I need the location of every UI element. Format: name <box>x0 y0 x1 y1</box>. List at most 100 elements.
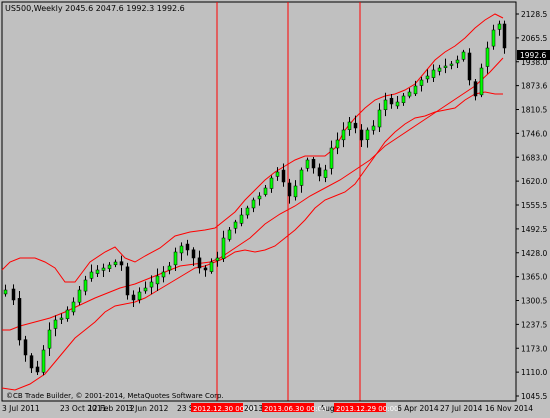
candle-bull <box>209 261 214 272</box>
candle-bull <box>407 91 412 97</box>
candle-bull <box>293 185 298 198</box>
candle-bull <box>437 67 442 72</box>
candle-bull <box>485 47 490 67</box>
candle-bull <box>419 79 424 86</box>
candle-bear <box>29 355 34 369</box>
price-tick-label: 1110.0 <box>521 368 547 377</box>
candle-bull <box>377 109 382 128</box>
candle-bear <box>185 243 190 251</box>
candle-bull <box>167 265 172 271</box>
candle-bear <box>125 266 130 296</box>
candle-bull <box>401 95 406 103</box>
candle-bull <box>107 264 112 269</box>
candle-bull <box>395 101 400 107</box>
price-tick-label: 1492.5 <box>521 225 547 234</box>
candle-bear <box>23 339 28 356</box>
candle-bull <box>101 267 106 271</box>
candle-bull <box>347 121 352 130</box>
current-price-label: 1992.6 <box>520 51 546 60</box>
candle-bull <box>413 85 418 95</box>
time-label-partial: 2013 <box>244 404 263 413</box>
candle-bull <box>83 279 88 292</box>
candle-bull <box>443 65 448 68</box>
price-tick-label: 1173.0 <box>521 344 547 353</box>
candle-bear <box>191 249 196 259</box>
candle-bull <box>455 59 460 64</box>
candle-bull <box>335 139 340 149</box>
candle-bull <box>161 271 166 278</box>
candle-bull <box>383 99 388 111</box>
candle-bull <box>341 129 346 141</box>
price-axis: 2128.52065.51938.01873.61810.51746.01683… <box>516 10 547 401</box>
price-tick-label: 1873.6 <box>521 82 547 91</box>
candle-bull <box>263 187 268 195</box>
candle-bull <box>59 317 64 320</box>
candle-bull <box>221 237 226 259</box>
candle-bear <box>353 122 358 129</box>
candle-bull <box>53 319 58 329</box>
candle-bull <box>497 23 502 30</box>
candle-bull <box>3 289 8 295</box>
candle-bull <box>95 269 100 274</box>
candle-bull <box>251 199 256 209</box>
price-tick-label: 1683.0 <box>521 153 547 162</box>
candle-bull <box>329 147 334 169</box>
price-tick-label: 1620.0 <box>521 177 547 186</box>
candle-bear <box>203 267 208 271</box>
candle-bear <box>502 23 507 49</box>
candle-bull <box>77 289 82 303</box>
candle-bull <box>461 51 466 60</box>
price-tick-label: 1428.0 <box>521 249 547 258</box>
candle-bull <box>245 207 250 216</box>
candle-bull <box>149 281 154 288</box>
candle-bear <box>317 167 322 177</box>
candle-bull <box>71 301 76 313</box>
candle-bull <box>323 169 328 178</box>
time-label-4: 3 Jun 2012 <box>128 404 169 413</box>
price-tick-label: 2128.5 <box>521 10 547 19</box>
candle-bear <box>35 366 40 373</box>
candle-bull <box>275 171 280 177</box>
price-tick-label: 1237.5 <box>521 320 547 329</box>
candle-bull <box>233 221 238 229</box>
candle-bull <box>227 229 232 240</box>
candle-bull <box>479 67 484 96</box>
time-label-8: 27 Jul 2014 <box>440 404 483 413</box>
candle-bull <box>239 214 244 224</box>
candle-bull <box>431 69 436 78</box>
chart-header: US500,Weekly 2045.6 2047.6 1992.3 1992.6 <box>5 4 185 13</box>
copyright-watermark: ©CB Trade Builder, © 2001-2014, MetaQuot… <box>6 392 224 400</box>
price-tick-label: 2065.5 <box>521 34 547 43</box>
price-chart[interactable]: US500,Weekly 2045.6 2047.6 1992.3 1992.6… <box>0 0 550 413</box>
candle-bull <box>143 287 148 292</box>
candle-bull <box>173 251 178 266</box>
time-label-1: 3 Jul 2011 <box>2 404 40 413</box>
candle-bull <box>425 75 430 80</box>
candle-bear <box>473 81 478 97</box>
candle-bull <box>371 125 376 131</box>
price-tick-label: 1300.5 <box>521 297 547 306</box>
candle-bull <box>155 275 160 285</box>
candle-bear <box>197 257 202 269</box>
candle-bull <box>299 169 304 186</box>
candle-bull <box>41 349 46 373</box>
candle-bull <box>257 195 262 200</box>
candle-bull <box>89 271 94 279</box>
candle-bear <box>287 182 292 197</box>
price-tick-label: 1365.0 <box>521 273 547 282</box>
candle-bear <box>17 298 22 341</box>
candle-bear <box>311 158 316 169</box>
candle-bear <box>389 97 394 105</box>
candle-bull <box>113 261 118 266</box>
candle-bull <box>179 245 184 254</box>
marker-date-2: 2013.06.30 00:00 <box>264 405 326 413</box>
candle-bear <box>281 169 286 183</box>
candle-bear <box>359 129 364 141</box>
marker-date-3: 2013.12.29 00:00 <box>336 405 398 413</box>
price-tick-label: 1746.0 <box>521 129 547 138</box>
candle-bull <box>449 63 454 66</box>
chart-window[interactable]: US500,Weekly 2045.6 2047.6 1992.3 1992.6… <box>0 0 550 413</box>
candle-bear <box>11 288 16 301</box>
time-label-7: 6 Apr 2014 <box>397 404 439 413</box>
time-label-9: 16 Nov 2014 <box>485 404 533 413</box>
